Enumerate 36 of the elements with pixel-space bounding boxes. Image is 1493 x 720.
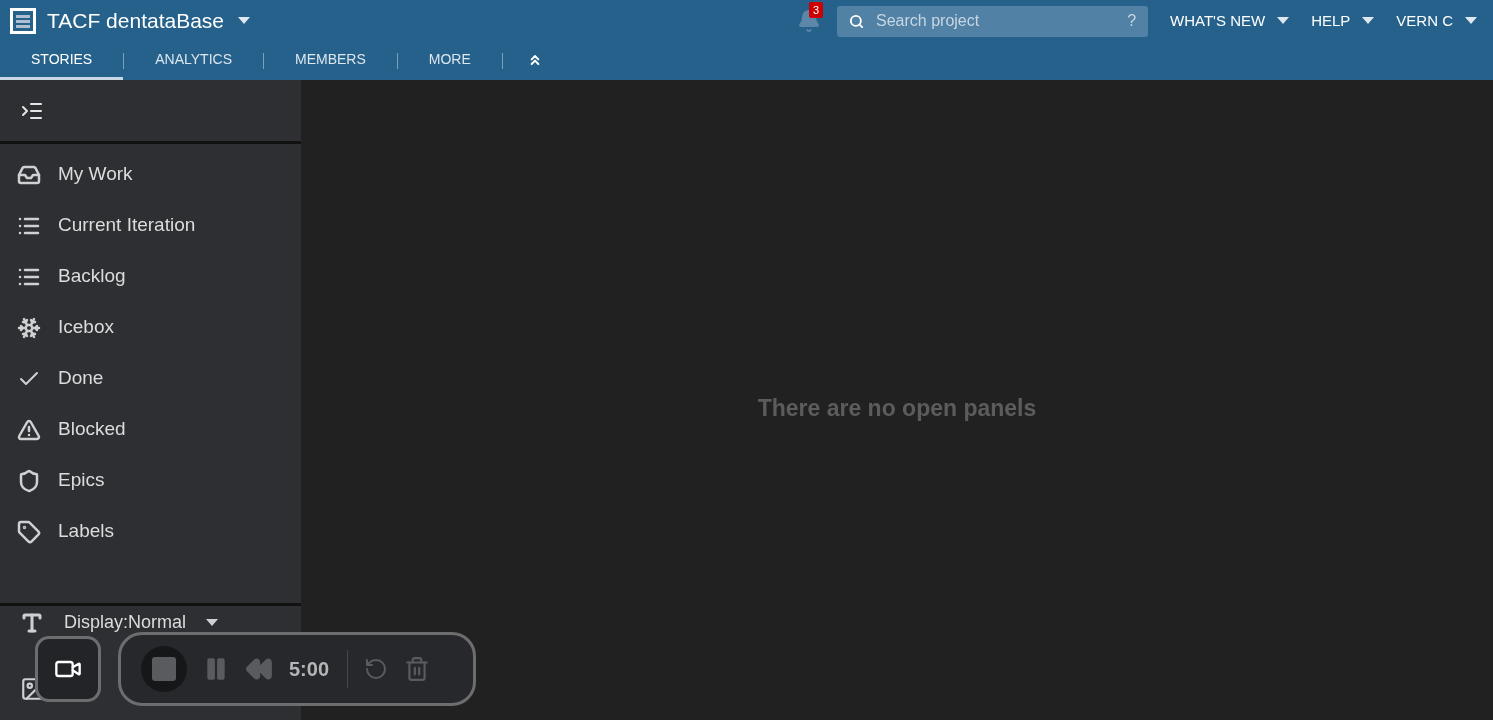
- nav-tab[interactable]: MORE: [397, 42, 502, 80]
- tag-icon: [17, 519, 41, 544]
- timer: 5:00: [289, 657, 330, 682]
- search-icon: [849, 13, 865, 29]
- caret-icon: [1465, 17, 1477, 25]
- sidebar-item[interactable]: My Work: [0, 149, 301, 200]
- nav-tab[interactable]: ANALYTICS: [124, 42, 263, 80]
- caret-icon: [238, 17, 251, 25]
- sidebar-item[interactable]: Backlog: [0, 251, 301, 302]
- caret-icon: [1362, 17, 1375, 25]
- sidebar-item[interactable]: Done: [0, 353, 301, 404]
- menu-button[interactable]: WHAT'S NEW: [1170, 9, 1266, 33]
- stop-icon: [152, 657, 176, 681]
- warning-icon: [17, 417, 41, 442]
- project-title[interactable]: TACF dentataBase: [47, 5, 225, 37]
- display-mode-label[interactable]: Display:Normal: [64, 609, 187, 636]
- notification-count-badge: 3: [809, 2, 824, 18]
- menu-button[interactable]: HELP: [1311, 9, 1351, 33]
- sidebar-item[interactable]: Blocked: [0, 404, 301, 455]
- stop-button[interactable]: [141, 646, 187, 692]
- caret-icon: [1277, 17, 1290, 25]
- nav-tab[interactable]: MEMBERS: [263, 42, 397, 80]
- menu-button[interactable]: VERN C: [1396, 9, 1453, 33]
- project-logo-icon: [10, 8, 36, 34]
- sidebar-item[interactable]: Labels: [0, 506, 301, 557]
- shield-icon: [17, 468, 41, 493]
- trash-icon[interactable]: [404, 656, 431, 682]
- empty-message: There are no open panels: [757, 393, 1037, 423]
- sidebar-item[interactable]: Current Iteration: [0, 200, 301, 251]
- snowflake-icon: [17, 315, 41, 340]
- rewind-icon[interactable]: [245, 655, 273, 683]
- camera-button[interactable]: [35, 636, 101, 702]
- sidebar-item[interactable]: Epics: [0, 455, 301, 506]
- sidebar-item[interactable]: Icebox: [0, 302, 301, 353]
- caret-icon: [206, 618, 219, 627]
- restart-icon[interactable]: [364, 657, 389, 681]
